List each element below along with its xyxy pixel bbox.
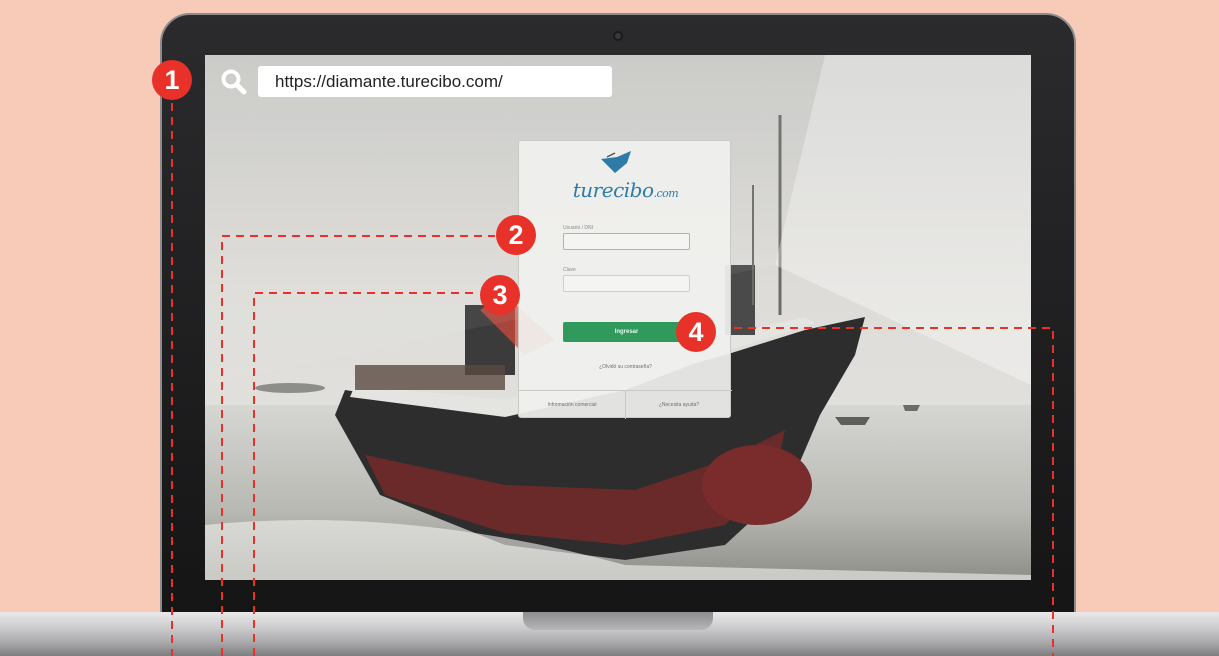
callout-guides bbox=[171, 103, 1054, 656]
marker-3: 3 bbox=[480, 275, 520, 315]
guide-line-3 bbox=[253, 292, 478, 656]
marker-2: 2 bbox=[496, 215, 536, 255]
guide-line-4 bbox=[734, 327, 1054, 656]
illustration: turecibo.com Usuario / DNI Clave Ingresa… bbox=[0, 0, 1219, 656]
guide-line-2 bbox=[221, 235, 495, 656]
marker-4: 4 bbox=[676, 312, 716, 352]
marker-1: 1 bbox=[152, 60, 192, 100]
